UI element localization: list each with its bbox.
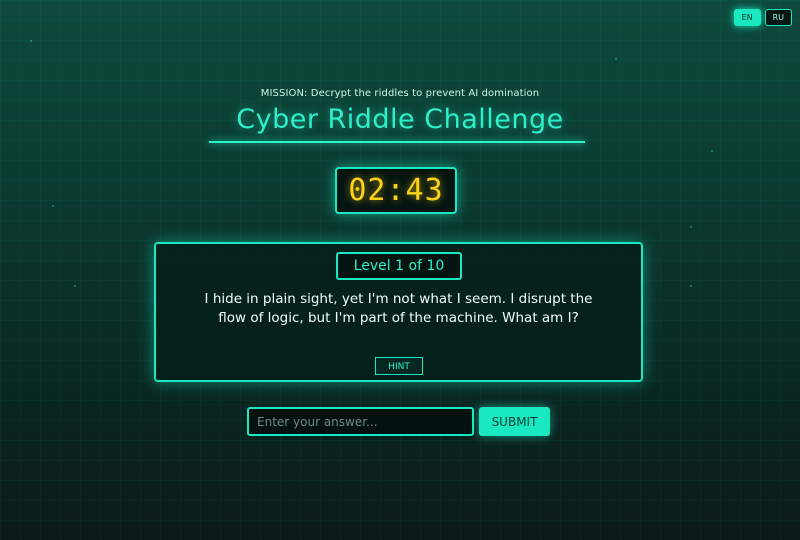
answer-input[interactable] [247, 407, 474, 436]
language-switch: EN RU [733, 9, 792, 26]
mission-subtitle: MISSION: Decrypt the riddles to prevent … [260, 88, 540, 99]
riddle-text: I hide in plain sight, yet I'm not what … [204, 291, 593, 326]
background-particle [74, 285, 76, 287]
language-en-button[interactable]: EN [733, 9, 761, 26]
page-title: Cyber Riddle Challenge [236, 104, 564, 135]
language-ru-button[interactable]: RU [764, 9, 792, 26]
background-particle [690, 285, 692, 287]
background-particle [52, 205, 54, 207]
hint-button[interactable]: HINT [375, 357, 423, 375]
timer-display: 02:43 [348, 173, 444, 208]
background-particle [615, 58, 617, 60]
background-particle [30, 40, 32, 42]
level-badge: Level 1 of 10 [336, 252, 462, 280]
countdown-timer: 02:43 [335, 167, 457, 214]
background-particle [690, 226, 692, 228]
riddle-card: Level 1 of 10 I hide in plain sight, yet… [154, 242, 643, 382]
submit-button[interactable]: SUBMIT [479, 407, 550, 436]
background-particle [711, 150, 713, 152]
title-underline [209, 141, 585, 143]
